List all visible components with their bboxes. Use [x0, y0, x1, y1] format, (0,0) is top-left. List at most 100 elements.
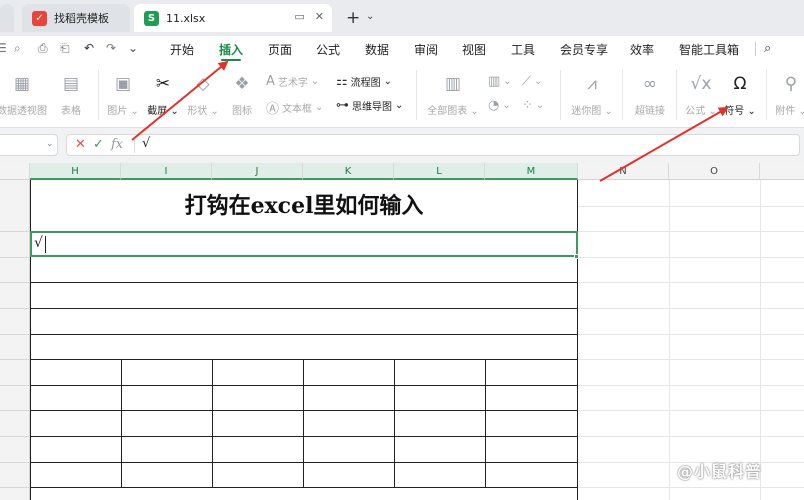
column-header-bar: H I J K L M N O	[0, 163, 804, 180]
bar-chart-icon: ▥	[444, 74, 462, 94]
ribbon-insert: ▦ 数据透视图 ▤ 表格 ▣ 图片 ⌄ ✂ 截屏 ⌄ ◇ 形状 ⌄ ❖ 图标 A…	[0, 62, 804, 128]
menu-item-tools[interactable]: 工具	[511, 41, 535, 58]
shape-button[interactable]: ◇ 形状 ⌄	[186, 72, 220, 117]
merged-title-cell[interactable]: 打钩在excel里如何输入	[30, 180, 578, 232]
line-chart-icon: ⟋	[522, 74, 532, 89]
textbox-button[interactable]: Ⓐ 文本框 ⌄	[266, 98, 323, 117]
title-tab-bar: ✓ 找稻壳模板 S 11.xlsx ▭ ✕ + ⌄	[0, 0, 804, 36]
worksheet-grid[interactable]: 打钩在excel里如何输入 √	[30, 180, 804, 500]
column-header-n[interactable]: N	[578, 163, 669, 180]
shape-icon: ◇	[196, 74, 210, 94]
menu-item-efficiency[interactable]: 效率	[630, 41, 654, 58]
paperclip-icon: ⚲	[784, 74, 798, 94]
sparkline-icon: ⩘	[587, 74, 597, 94]
line-chart-button[interactable]: ⟋ ⌄	[522, 74, 543, 89]
active-cell-value: √	[34, 235, 43, 251]
menu-item-home[interactable]: 开始	[170, 41, 194, 58]
tab-file-11-xlsx[interactable]: S 11.xlsx ▭ ✕	[134, 4, 332, 32]
spreadsheet-icon: S	[144, 10, 159, 26]
table-button[interactable]: ▤ 表格	[56, 72, 86, 117]
ribbon-divider	[416, 70, 417, 120]
row-header-bar[interactable]	[0, 180, 30, 500]
ribbon-divider	[622, 70, 623, 120]
formula-bar: ⌄ ✕ ✓ fx √	[0, 128, 804, 163]
close-tab-icon[interactable]: ✕	[315, 10, 324, 23]
column-header-k[interactable]: K	[303, 163, 394, 180]
art-text-icon: A	[266, 74, 275, 89]
mindmap-button[interactable]: ⊶ 思维导图 ⌄	[336, 98, 403, 113]
pivot-chart-icon: ▦	[13, 74, 31, 94]
quick-access-more-icon[interactable]: ⌄	[128, 41, 138, 55]
ribbon-divider	[560, 70, 561, 120]
column-chart-icon: ▥	[488, 74, 501, 89]
all-charts-button[interactable]: ▥ 全部图表 ⌄	[427, 72, 479, 117]
menu-item-smart-toolbox[interactable]: 智能工具箱	[679, 41, 739, 58]
art-text-button[interactable]: A 艺术字 ⌄	[266, 74, 319, 89]
menu-icon[interactable]: ☰	[0, 41, 7, 55]
icons-library-icon: ❖	[234, 74, 250, 94]
textbox-icon: Ⓐ	[266, 102, 280, 117]
column-header-l[interactable]: L	[394, 163, 485, 180]
column-header-o[interactable]: O	[669, 163, 760, 180]
tab-label: 找稻壳模板	[54, 12, 109, 25]
text-caret	[45, 236, 46, 253]
menu-item-page[interactable]: 页面	[268, 41, 292, 58]
picture-button[interactable]: ▣ 图片 ⌄	[106, 72, 140, 117]
scatter-chart-icon: ⁘	[522, 98, 533, 113]
omega-icon: Ω	[733, 74, 747, 94]
column-header-m[interactable]: M	[485, 163, 578, 180]
active-menu-indicator	[221, 59, 241, 61]
formula-input[interactable]	[66, 134, 800, 156]
pie-chart-button[interactable]: ◔ ⌄	[488, 98, 511, 113]
flowchart-button[interactable]: ⚏ 流程图 ⌄	[336, 74, 392, 89]
link-icon: ∞	[642, 74, 658, 94]
formula-value: √	[142, 136, 151, 151]
print-icon[interactable]: ⎙	[38, 41, 48, 56]
mindmap-icon: ⊶	[336, 98, 349, 113]
menu-item-review[interactable]: 审阅	[414, 41, 438, 58]
menu-item-data[interactable]: 数据	[365, 41, 389, 58]
ribbon-divider	[676, 70, 677, 120]
flowchart-icon: ⚏	[336, 74, 348, 89]
cancel-icon[interactable]: ✕	[75, 137, 86, 152]
column-header-i[interactable]: I	[121, 163, 212, 180]
function-icon[interactable]: fx	[111, 137, 123, 152]
check-icon[interactable]: ✓	[93, 137, 104, 152]
tab-label: 11.xlsx	[166, 11, 206, 25]
formula-button[interactable]: √x 公式 ⌄	[684, 72, 718, 117]
active-cell[interactable]	[30, 231, 578, 257]
ribbon-divider	[98, 70, 99, 120]
chevron-down-icon[interactable]: ⌄	[46, 139, 54, 149]
column-header-j[interactable]: J	[212, 163, 303, 180]
print-preview-icon[interactable]: ⎗	[60, 41, 70, 56]
scatter-chart-button[interactable]: ⁘ ⌄	[522, 98, 544, 113]
undo-icon[interactable]: ↶	[84, 41, 94, 55]
attachment-button[interactable]: ⚲ 附件 ⌄	[775, 72, 804, 117]
tab-docer-templates[interactable]: ✓ 找稻壳模板	[22, 4, 130, 32]
menu-item-formula[interactable]: 公式	[316, 41, 340, 58]
new-tab-icon[interactable]: +	[346, 8, 360, 28]
column-header-h[interactable]: H	[30, 163, 121, 180]
docer-icon: ✓	[32, 10, 47, 26]
menu-item-member[interactable]: 会员专享	[560, 41, 608, 58]
icons-button[interactable]: ❖ 图标	[228, 72, 256, 117]
menu-item-view[interactable]: 视图	[462, 41, 486, 58]
pivot-chart-button[interactable]: ▦ 数据透视图	[0, 72, 50, 117]
menu-item-insert[interactable]: 插入	[219, 41, 243, 58]
sparkline-button[interactable]: ⩘ 迷你图 ⌄	[571, 72, 613, 117]
screenshot-button[interactable]: ✂ 截屏 ⌄	[146, 72, 180, 117]
screenshot-icon: ✂	[155, 74, 171, 94]
share-icon[interactable]: ⌕	[14, 41, 21, 56]
chevron-down-icon[interactable]: ⌄	[366, 11, 374, 22]
fill-handle[interactable]	[574, 254, 579, 259]
search-icon[interactable]: ⌕	[764, 41, 771, 56]
corner-cell[interactable]	[0, 163, 30, 180]
symbol-button[interactable]: Ω 符号 ⌄	[722, 72, 758, 117]
column-chart-button[interactable]: ▥ ⌄	[488, 74, 512, 89]
tab-home-partial[interactable]	[0, 4, 14, 32]
pie-chart-icon: ◔	[488, 98, 500, 113]
screen-icon[interactable]: ▭	[294, 10, 304, 23]
hyperlink-button[interactable]: ∞ 超链接	[632, 72, 668, 117]
table-icon: ▤	[62, 74, 80, 94]
redo-icon[interactable]: ↷	[106, 41, 116, 55]
